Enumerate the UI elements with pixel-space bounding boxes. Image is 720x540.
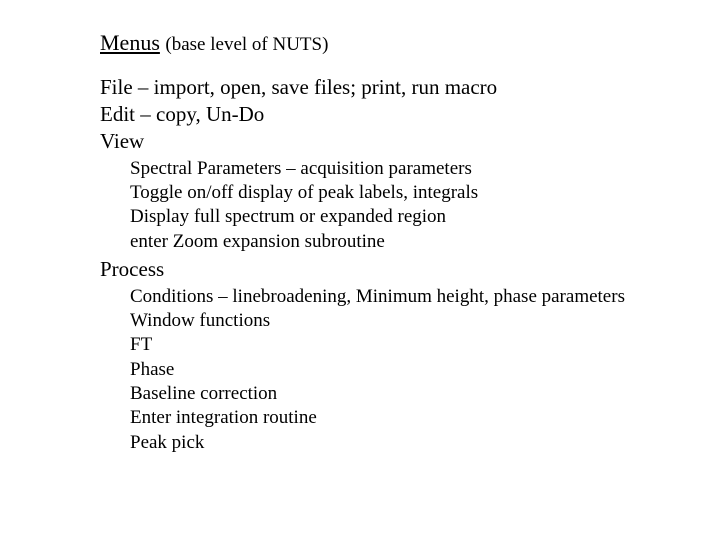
view-item: Display full spectrum or expanded region — [130, 205, 660, 229]
process-sublist: Conditions – linebroadening, Minimum hei… — [130, 285, 660, 455]
view-sublist: Spectral Parameters – acquisition parame… — [130, 157, 660, 254]
process-item: Baseline correction — [130, 382, 660, 406]
process-item: FT — [130, 333, 660, 357]
process-item: Phase — [130, 358, 660, 382]
process-item: Conditions – linebroadening, Minimum hei… — [130, 285, 660, 309]
view-item: Spectral Parameters – acquisition parame… — [130, 157, 660, 181]
view-item: enter Zoom expansion subroutine — [130, 230, 660, 254]
page-title: Menus (base level of NUTS) — [100, 30, 660, 56]
edit-line: Edit – copy, Un-Do — [100, 101, 660, 128]
process-item: Window functions — [130, 309, 660, 333]
file-section: File – import, open, save files; print, … — [100, 74, 660, 455]
file-line: File – import, open, save files; print, … — [100, 74, 660, 101]
view-item: Toggle on/off display of peak labels, in… — [130, 181, 660, 205]
title-main: Menus — [100, 30, 160, 55]
process-item: Enter integration routine — [130, 406, 660, 430]
process-item: Peak pick — [130, 431, 660, 455]
title-paren: (base level of NUTS) — [165, 34, 328, 55]
view-label: View — [100, 128, 660, 155]
document-page: Menus (base level of NUTS) File – import… — [0, 0, 720, 487]
process-label: Process — [100, 256, 660, 283]
